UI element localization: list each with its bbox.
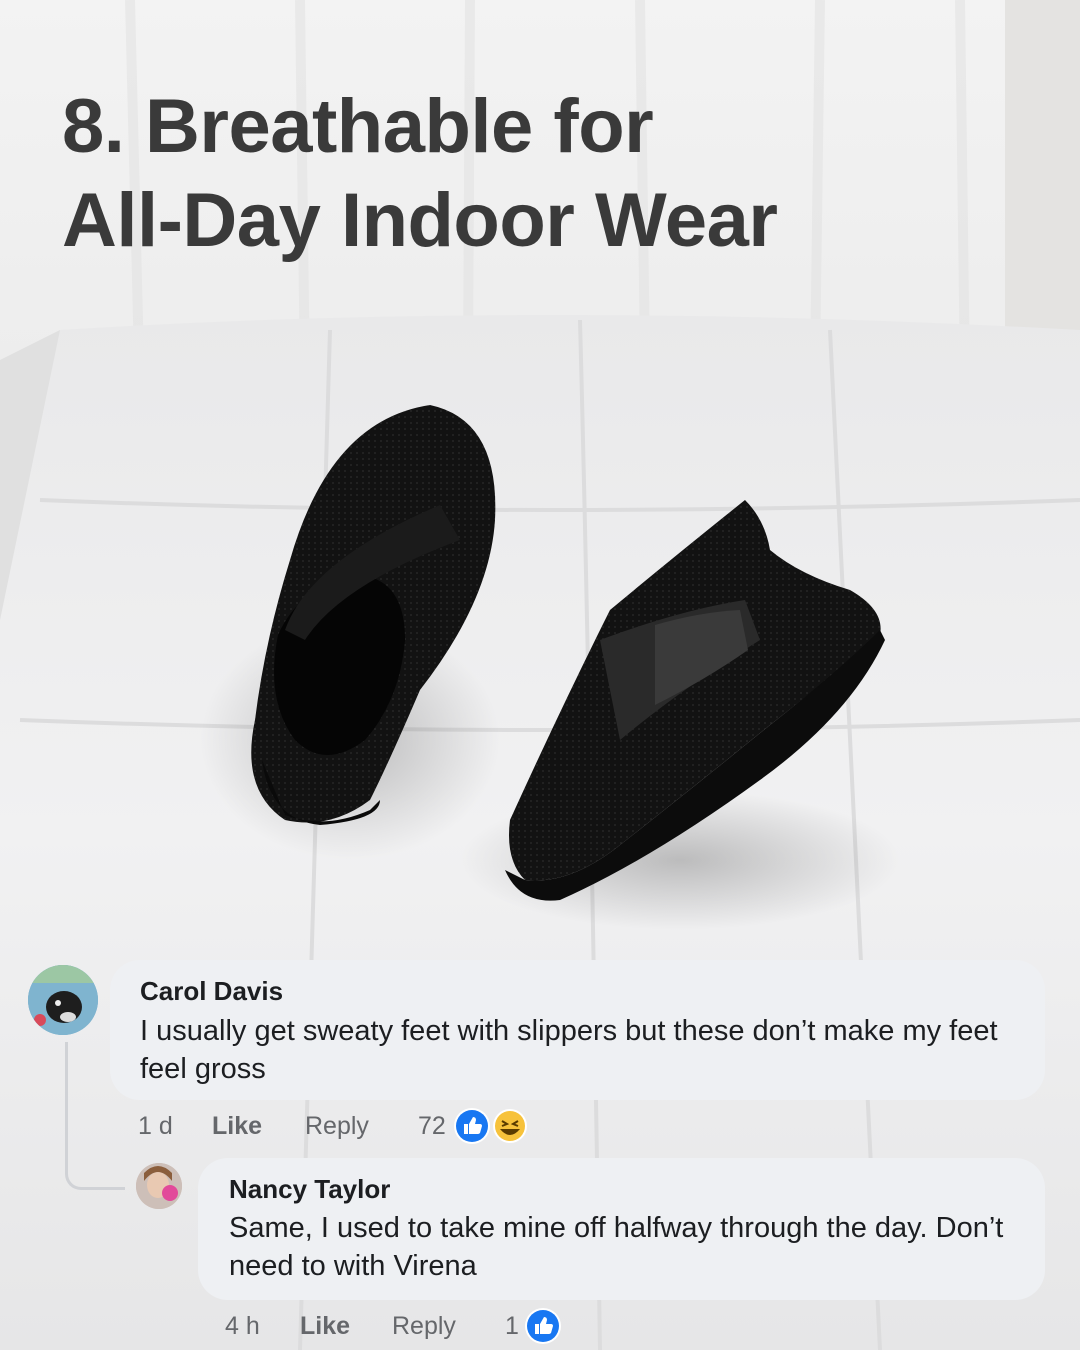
comment-text: I usually get sweaty feet with slippers … [140, 1015, 998, 1085]
thread-branch [65, 1172, 125, 1190]
reaction-count[interactable]: 72 [418, 1112, 446, 1141]
comment-author[interactable]: Carol Davis [140, 976, 283, 1007]
headline-line-1: 8. Breathable for [62, 84, 654, 169]
comment-text: Same, I used to take mine off halfway th… [229, 1212, 1004, 1282]
like-icon [525, 1308, 561, 1344]
headline-line-2: All-Day Indoor Wear [62, 178, 778, 263]
thread-line [65, 1042, 68, 1174]
avatar-image [28, 965, 98, 1035]
reply-button[interactable]: Reply [392, 1312, 456, 1341]
comment-time[interactable]: 1 d [138, 1112, 173, 1141]
comment-time[interactable]: 4 h [225, 1312, 260, 1341]
headline: 8. Breathable for All-Day Indoor Wear [62, 80, 1022, 268]
like-icon [454, 1108, 490, 1144]
like-button[interactable]: Like [212, 1112, 262, 1141]
avatar-image [136, 1163, 182, 1209]
like-button[interactable]: Like [300, 1312, 350, 1341]
laughing-emoji-icon [493, 1109, 527, 1143]
reactions-summary[interactable] [452, 1108, 532, 1144]
avatar-nancy-taylor[interactable] [136, 1163, 182, 1209]
reaction-count[interactable]: 1 [505, 1312, 519, 1341]
reply-button[interactable]: Reply [305, 1112, 369, 1141]
comment-author[interactable]: Nancy Taylor [229, 1174, 390, 1205]
avatar-carol-davis[interactable] [28, 965, 98, 1035]
reactions-summary[interactable] [523, 1308, 563, 1344]
